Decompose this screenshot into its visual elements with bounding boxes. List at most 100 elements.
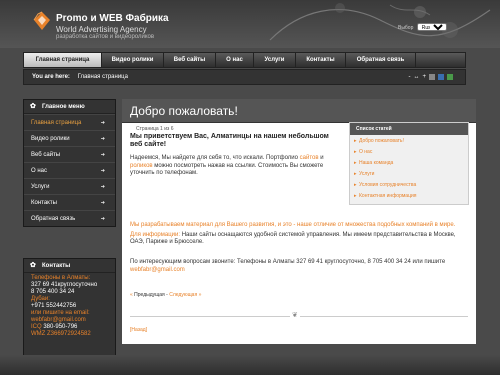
language-picker: Выбор Russian (398, 23, 447, 31)
breadcrumb-label: You are here: (32, 74, 70, 80)
nav-item[interactable]: Обратная связь (346, 53, 416, 67)
theme-gray-swatch[interactable] (429, 74, 435, 80)
sidebar-menu-item[interactable]: Веб сайты ➔ (24, 146, 115, 162)
main-menu-heading: Главное меню (42, 104, 85, 110)
highlight-text: Мы разрабатываем материал для Вашего раз… (130, 222, 456, 228)
nav-item[interactable]: Услуги (254, 53, 296, 67)
separator: - (166, 292, 168, 298)
contacts-heading: Контакты (42, 263, 71, 269)
brand-subtitle: World Advertising Agency (56, 25, 147, 34)
sidebar-menu-label: Услуги (31, 184, 50, 190)
dubai-label: Дубаи: (31, 296, 50, 302)
sidebar-menu-label: О нас (31, 168, 47, 174)
sidebar-menu-label: Обратная связь (31, 216, 76, 222)
article-link[interactable]: Наша команда (350, 158, 468, 169)
main-content: Добро пожаловать! Страница 1 из 6 Мы при… (122, 99, 476, 344)
sidebar-menu-item[interactable]: Контакты ➔ (24, 194, 115, 210)
arrow-right-icon: ➔ (100, 200, 105, 206)
sidebar-menu-item[interactable]: Обратная связь ➔ (24, 210, 115, 226)
info-label: Для информации: (130, 231, 181, 238)
main-menu-title: ✿ Главное меню (24, 100, 115, 114)
ornament-icon: ❦ (290, 311, 300, 319)
article-link[interactable]: Условия сотрудничества (350, 180, 468, 191)
brand-tagline: разработка сайтов и видеороликов (56, 34, 155, 40)
double-right-arrow-icon: » (198, 292, 202, 298)
contact-email-link[interactable]: webfabr@gmail.com (24, 317, 115, 324)
articles-list: Добро пожаловать!О насНаша командаУслуги… (350, 135, 468, 202)
font-increase-button[interactable]: + (422, 74, 426, 80)
page-counter: Страница 1 из 6 (136, 126, 174, 132)
language-label: Выбор (398, 25, 414, 31)
nav-item[interactable]: О нас (216, 53, 254, 67)
videos-link[interactable]: роликов (130, 163, 153, 169)
contact-text: По интересующим вопросам звоните: Телефо… (130, 259, 446, 265)
page-title: Добро пожаловать! (130, 104, 238, 118)
nav-item[interactable]: Контакты (296, 53, 346, 67)
contacts-body: Телефоны в Алматы: 327 69 41круглосуточн… (24, 273, 115, 338)
article-link[interactable]: Контактная информация (350, 191, 468, 202)
nav-item[interactable]: Главная страница (24, 53, 102, 67)
arrow-right-icon: ➔ (100, 168, 105, 174)
main-nav: Главная страница Видео ролики Веб сайты О н… (23, 52, 466, 68)
font-reset-icon[interactable]: ↔ (413, 74, 419, 80)
wmz-wallet: WMZ Z366972924582 (31, 331, 91, 337)
article-link[interactable]: О нас (350, 147, 468, 158)
intro-text-2: и (320, 155, 324, 161)
arrow-right-icon: ➔ (100, 120, 105, 126)
contacts-title: ✿ Контакты (24, 259, 115, 273)
double-left-arrow-icon: « (130, 292, 133, 298)
logo-icon (33, 11, 50, 30)
footer (0, 355, 500, 375)
article-link[interactable]: Добро пожаловать! (350, 136, 468, 147)
almaty-phone-1: 327 69 41круглосуточно (31, 282, 98, 288)
floral-decoration (269, 3, 491, 41)
info-paragraph: Мы разрабатываем материал для Вашего раз… (130, 222, 470, 247)
page-tools: - ↔ + (408, 74, 453, 80)
sidebar-menu-label: Главная страница (31, 120, 82, 126)
breadcrumb-current[interactable]: Главная страница (78, 74, 128, 80)
sidebar-menu-item[interactable]: Услуги ➔ (24, 178, 115, 194)
breadcrumb-bar: You are here: Главная страница - ↔ + (23, 69, 466, 85)
language-select[interactable]: Russian (416, 23, 447, 31)
arrow-right-icon: ➔ (100, 184, 105, 190)
sidebar-menu-label: Контакты (31, 200, 57, 206)
dubai-phone: +971 552442756 (31, 303, 77, 309)
sidebar-menu-item[interactable]: О нас ➔ (24, 162, 115, 178)
intro-paragraph: Надеемся, Мы найдете для себя то, что ис… (130, 155, 342, 178)
main-menu-list: Главная страница ➔ Видео ролики ➔ Веб сайты ➔… (24, 114, 115, 226)
icq-number: 380-950-796 (43, 324, 78, 330)
breadcrumb: You are here: Главная страница (32, 74, 128, 80)
almaty-label: Телефоны в Алматы: (31, 275, 91, 281)
arrow-right-icon: ➔ (100, 152, 105, 158)
article-link[interactable]: Услуги (350, 169, 468, 180)
main-menu-box: ✿ Главное меню Главная страница ➔ Видео ро… (23, 99, 116, 227)
brand-title: Promo и WEB Фабрика (56, 13, 169, 24)
intro-text-1: Надеемся, Мы найдете для себя то, что ис… (130, 155, 298, 161)
theme-blue-swatch[interactable] (438, 74, 444, 80)
welcome-heading: Мы приветствуем Вас, Алматинцы на нашем … (130, 133, 329, 148)
font-decrease-button[interactable]: - (408, 74, 410, 80)
nav-item[interactable]: Веб сайты (164, 53, 216, 67)
nav-item[interactable]: Видео ролики (102, 53, 164, 67)
sidebar-menu-label: Видео ролики (31, 136, 70, 142)
theme-green-swatch[interactable] (447, 74, 453, 80)
articles-title: Список статей (350, 123, 468, 135)
icq-line: ICQ 380-950-796 (24, 324, 115, 331)
sidebar-menu-item[interactable]: Главная страница ➔ (24, 114, 115, 130)
email-link[interactable]: webfabr@gmail.com (130, 267, 185, 273)
pagination: « Предыдущая - Следующая » (130, 292, 201, 298)
contact-paragraph: По интересующим вопросам звоните: Телефо… (130, 259, 470, 274)
back-link[interactable]: [Назад] (130, 327, 147, 333)
sites-link[interactable]: сайтов (300, 155, 319, 161)
next-link[interactable]: Следующая (169, 292, 197, 298)
contacts-box: ✿ Контакты Телефоны в Алматы: 327 69 41к… (23, 258, 116, 363)
arrow-right-icon: ➔ (100, 216, 105, 222)
intro-text-3: можно посмотреть нажав на ссылки. Стоимо… (130, 162, 324, 177)
icq-label: ICQ (31, 324, 42, 330)
sidebar-menu-item[interactable]: Видео ролики ➔ (24, 130, 115, 146)
almaty-phone-2: 8 705 400 34 24 (31, 289, 75, 295)
prev-link[interactable]: Предыдущая (134, 292, 165, 298)
articles-box: Список статей Добро пожаловать!О насНаша… (349, 122, 469, 205)
arrow-right-icon: ➔ (100, 136, 105, 142)
flower-icon: ✿ (30, 262, 36, 269)
